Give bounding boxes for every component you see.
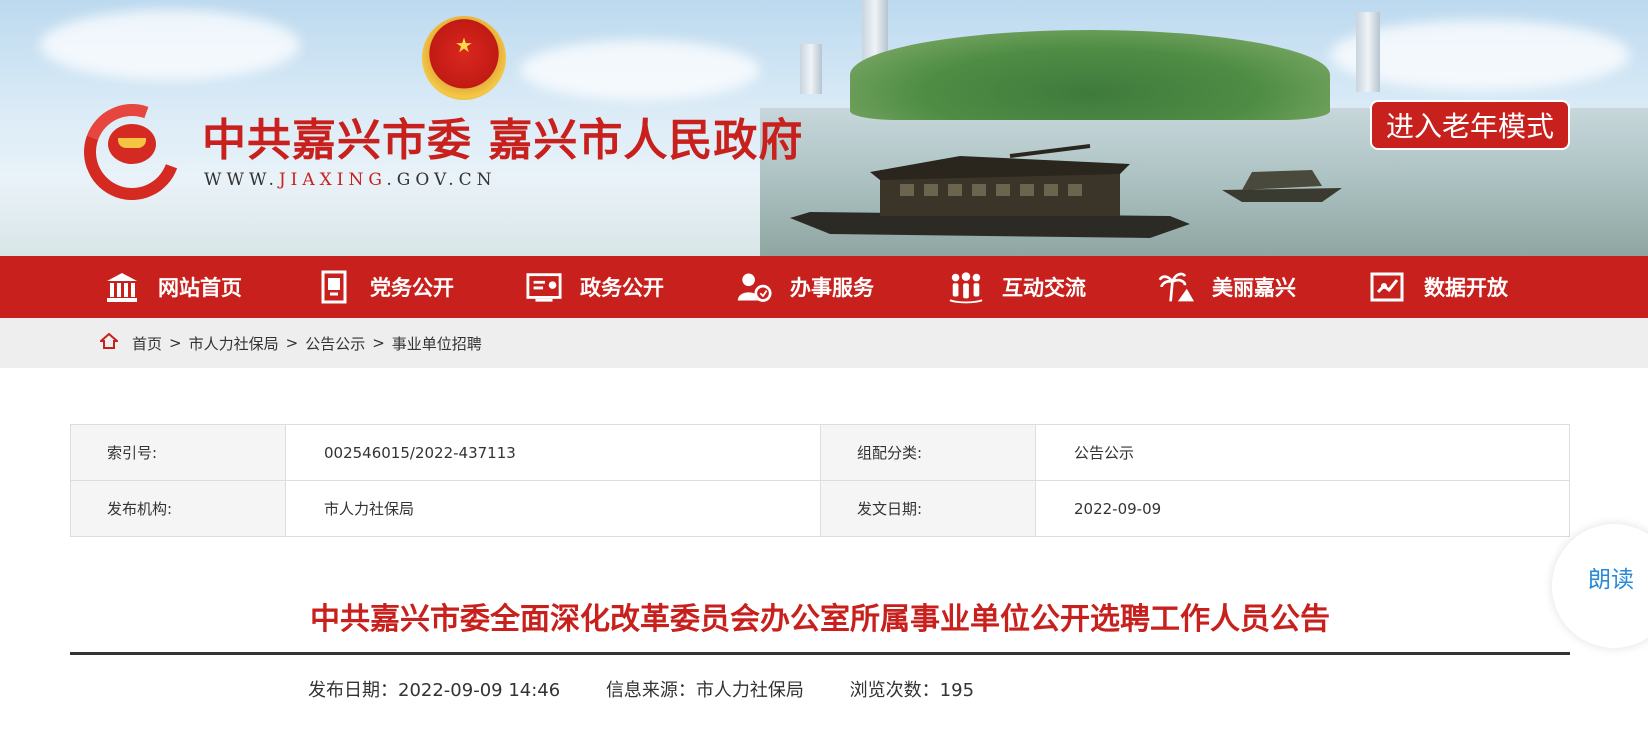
nav-item-label: 数据开放 bbox=[1424, 276, 1508, 300]
nav-item-home[interactable]: 网站首页 bbox=[104, 256, 242, 318]
nav-item-label: 办事服务 bbox=[790, 276, 874, 300]
party-flag-icon bbox=[316, 269, 352, 305]
skyline-tower bbox=[800, 44, 822, 94]
category-value: 公告公示 bbox=[1035, 424, 1570, 481]
site-url-prefix: WWW. bbox=[204, 170, 279, 190]
publisher-value: 市人力社保局 bbox=[285, 480, 821, 537]
breadcrumb: 首页 > 市人力社保局 > 公告公示 > 事业单位招聘 bbox=[98, 318, 482, 368]
data-chart-icon bbox=[1370, 269, 1406, 305]
breadcrumb-notices[interactable]: 公告公示 bbox=[305, 333, 365, 354]
skyline-tower bbox=[1356, 12, 1380, 92]
date-label: 发文日期: bbox=[820, 480, 1036, 537]
nav-item-open-data[interactable]: 数据开放 bbox=[1370, 256, 1508, 318]
index-value: 002546015/2022-437113 bbox=[285, 424, 821, 481]
home-temple-icon bbox=[104, 269, 140, 305]
breadcrumb-separator: > bbox=[285, 334, 299, 352]
nav-item-label: 互动交流 bbox=[1002, 276, 1086, 300]
small-boat-illustration bbox=[1222, 170, 1342, 202]
site-url-highlight: JIAXING bbox=[278, 170, 387, 190]
logo-boat-icon bbox=[108, 124, 156, 164]
title-divider bbox=[70, 652, 1570, 655]
national-emblem-icon: ★ bbox=[422, 16, 506, 100]
document-board-icon bbox=[526, 269, 562, 305]
header-banner: ★ 中共嘉兴市委 嘉兴市人民政府 WWW.JIAXING.GOV.CN 进入老年… bbox=[0, 0, 1648, 256]
main-nav: 网站首页 党务公开 政务公开 办事服务 互动交流 美丽嘉兴 数据开放 bbox=[0, 256, 1648, 318]
read-aloud-label: 朗读 bbox=[1588, 567, 1634, 593]
breadcrumb-bureau[interactable]: 市人力社保局 bbox=[189, 333, 279, 354]
nav-item-beautiful-jiaxing[interactable]: 美丽嘉兴 bbox=[1158, 256, 1296, 318]
view-count: 浏览次数：195 bbox=[849, 680, 975, 701]
breadcrumb-home[interactable]: 首页 bbox=[132, 333, 162, 354]
publisher-label: 发布机构: bbox=[70, 480, 286, 537]
nav-item-label: 网站首页 bbox=[158, 276, 242, 300]
palm-tree-icon bbox=[1158, 269, 1194, 305]
site-title: 中共嘉兴市委 嘉兴市人民政府 bbox=[202, 115, 804, 166]
nav-item-party[interactable]: 党务公开 bbox=[316, 256, 454, 318]
breadcrumb-separator: > bbox=[169, 334, 182, 352]
breadcrumb-recruitment[interactable]: 事业单位招聘 bbox=[392, 333, 482, 354]
island-scene bbox=[850, 30, 1330, 120]
nav-item-label: 政务公开 bbox=[580, 276, 664, 300]
article-meta: 发布日期：2022-09-09 14:46 信息来源：市人力社保局 浏览次数：1… bbox=[308, 676, 1014, 702]
category-label: 组配分类: bbox=[820, 424, 1036, 481]
red-boat-illustration bbox=[790, 144, 1210, 238]
service-person-icon bbox=[736, 269, 772, 305]
nav-item-government[interactable]: 政务公开 bbox=[526, 256, 664, 318]
nav-item-service[interactable]: 办事服务 bbox=[736, 256, 874, 318]
nav-item-interaction[interactable]: 互动交流 bbox=[948, 256, 1086, 318]
publish-date: 发布日期：2022-09-09 14:46 bbox=[308, 680, 561, 701]
breadcrumb-separator: > bbox=[372, 334, 385, 352]
breadcrumb-bar: 首页 > 市人力社保局 > 公告公示 > 事业单位招聘 bbox=[0, 318, 1648, 368]
date-value: 2022-09-09 bbox=[1035, 480, 1570, 537]
cloud-decoration bbox=[520, 40, 760, 100]
cloud-decoration bbox=[40, 10, 300, 80]
elder-mode-button[interactable]: 进入老年模式 bbox=[1370, 100, 1570, 150]
nav-item-label: 党务公开 bbox=[370, 276, 454, 300]
site-url: WWW.JIAXING.GOV.CN bbox=[204, 170, 497, 190]
article-title: 中共嘉兴市委全面深化改革委员会办公室所属事业单位公开选聘工作人员公告 bbox=[310, 602, 1330, 637]
index-label: 索引号: bbox=[70, 424, 286, 481]
table-row: 索引号: 002546015/2022-437113 组配分类: 公告公示 bbox=[70, 424, 1570, 481]
home-icon[interactable] bbox=[98, 332, 120, 353]
nav-item-label: 美丽嘉兴 bbox=[1212, 276, 1296, 300]
table-row: 发布机构: 市人力社保局 发文日期: 2022-09-09 bbox=[70, 480, 1570, 537]
people-group-icon bbox=[948, 269, 984, 305]
site-url-suffix: .GOV.CN bbox=[386, 170, 497, 190]
document-meta-table: 索引号: 002546015/2022-437113 组配分类: 公告公示 发布… bbox=[70, 424, 1570, 537]
info-source: 信息来源：市人力社保局 bbox=[605, 680, 804, 701]
